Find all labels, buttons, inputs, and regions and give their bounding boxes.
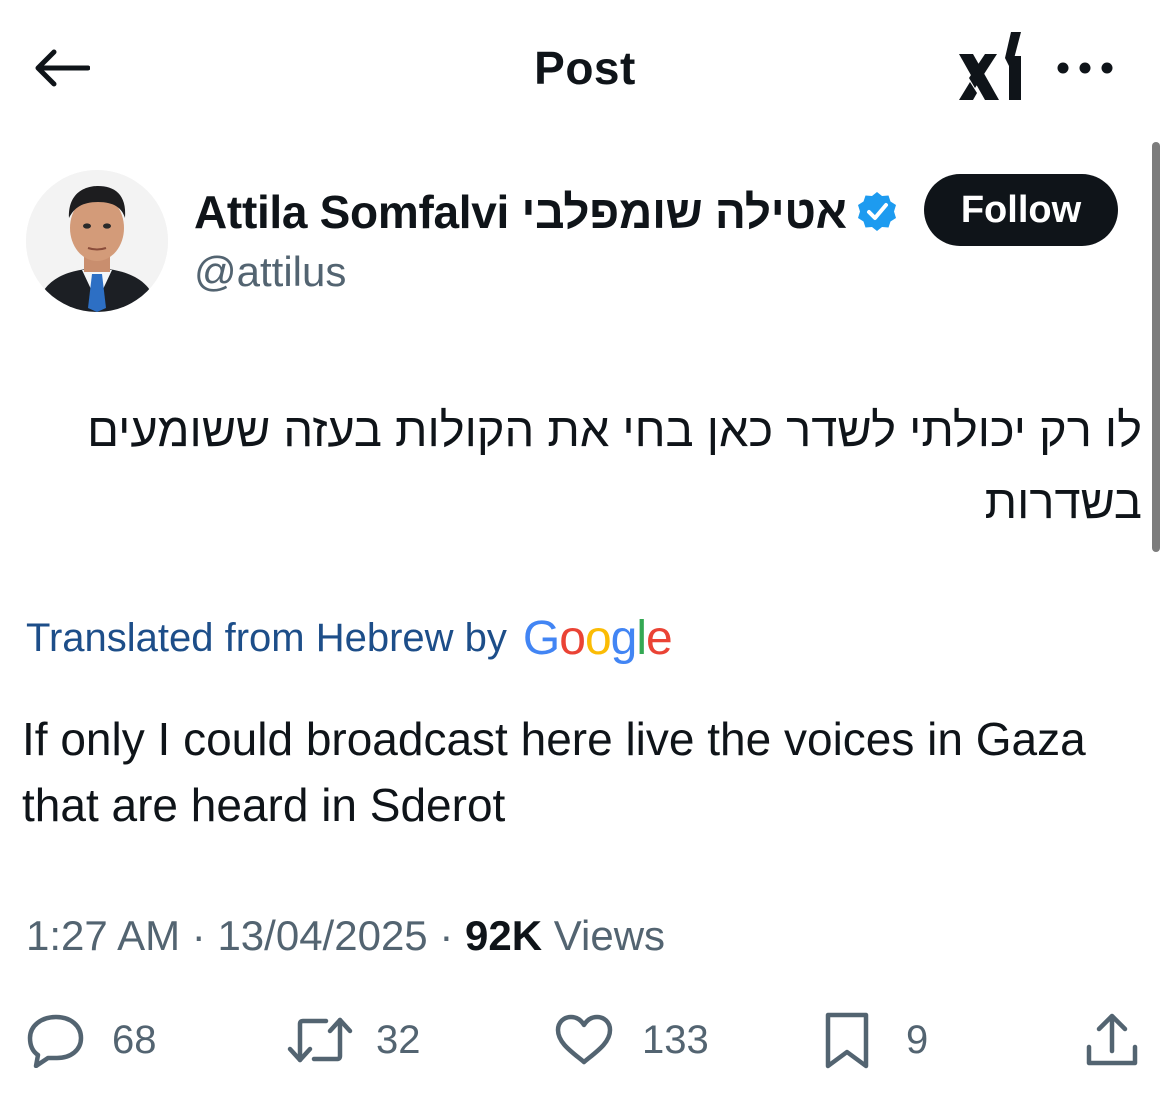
tweet-meta: 1:27 AM · 13/04/2025 · 92K Views [26,908,665,964]
repost-button[interactable]: 32 [286,1008,421,1072]
views-count: 92K [465,912,543,959]
reply-button[interactable]: 68 [26,1008,157,1072]
google-logo: Google [522,611,673,665]
more-horizontal-icon [1057,62,1113,74]
tweet-time[interactable]: 1:27 AM [26,912,180,959]
like-button[interactable]: 133 [554,1008,709,1072]
tweet-text-translated: If only I could broadcast here live the … [22,713,1086,831]
heart-icon [555,1014,613,1065]
verified-badge-icon [857,192,896,231]
author-name-link[interactable]: Attila Somfalvi אטילה שומפלבי [194,180,899,244]
views-label: Views [553,912,666,959]
tweet-date[interactable]: 13/04/2025 [217,912,427,959]
share-button[interactable] [1084,1008,1140,1072]
repost-icon [287,1017,353,1063]
bookmark-count: 9 [906,1017,929,1062]
translation-attribution[interactable]: Translated from Hebrew by Google [26,606,673,670]
top-bar: Post [0,0,1170,135]
more-options-button[interactable] [1055,48,1115,88]
author-handle[interactable]: @attilus [194,244,346,300]
profile-photo [26,170,168,312]
scrollbar[interactable] [1152,142,1160,552]
bookmark-icon [825,1012,869,1069]
grok-button[interactable] [955,30,1027,104]
bookmark-button[interactable]: 9 [822,1008,928,1072]
tweet-text-original: לו רק יכולתי לשדר כאן בחי את הקולות בעזה… [87,403,1142,528]
avatar[interactable] [26,170,168,312]
translation-label: Translated from Hebrew by [26,615,507,660]
like-count: 133 [642,1017,709,1062]
meta-separator: · [439,912,454,959]
repost-count: 32 [376,1017,421,1062]
grok-xai-icon [959,32,1021,100]
display-name: Attila Somfalvi אטילה שומפלבי [194,186,847,238]
reply-icon [27,1014,84,1068]
follow-button[interactable]: Follow [924,174,1118,246]
share-icon [1086,1013,1138,1066]
reply-count: 68 [112,1017,157,1062]
meta-separator: · [191,912,206,959]
